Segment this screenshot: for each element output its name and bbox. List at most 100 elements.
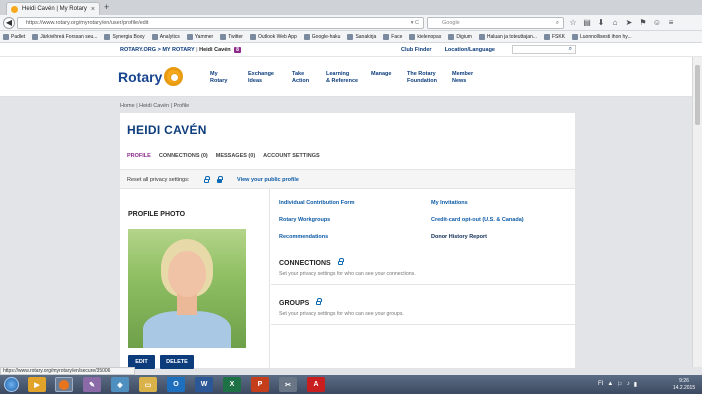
tab-profile[interactable]: PROFILE (127, 153, 151, 159)
outlook-icon[interactable]: O (167, 377, 185, 392)
groups-lock-icon[interactable] (316, 298, 323, 305)
delete-button[interactable]: DELETE (160, 355, 194, 369)
new-tab-button[interactable]: + (104, 3, 109, 12)
explorer-icon[interactable]: ▭ (139, 377, 157, 392)
club-finder-link[interactable]: Club Finder (401, 47, 432, 53)
network-status-icon[interactable]: ▮ (634, 381, 637, 388)
bookmark-item[interactable]: Analytics (151, 33, 180, 40)
bookmark-item[interactable]: Outlook Web App (249, 33, 297, 40)
tray-expand-icon[interactable]: ▲ (607, 381, 613, 388)
address-bar[interactable]: https://www.rotary.org/myrotary/en/user/… (17, 17, 424, 29)
logo-text: Rotary (118, 68, 163, 85)
bookmark-icon (572, 33, 578, 40)
back-button[interactable]: ◀ (3, 17, 15, 29)
tab-connections[interactable]: CONNECTIONS (0) (159, 153, 208, 159)
bookmark-item[interactable]: kielenopas (409, 33, 441, 40)
send-icon[interactable]: ➤ (624, 17, 634, 29)
bookmark-item[interactable]: Haluan ja toteuttajan... (478, 33, 537, 40)
profile-photo (128, 229, 246, 348)
rotary-workgroups-link[interactable]: Rotary Workgroups (279, 217, 330, 223)
bookmark-item[interactable]: Sanakirja (347, 33, 376, 40)
menu-icon[interactable]: ≡ (666, 17, 676, 29)
browser-tab[interactable]: Heidi Cavén | My Rotary × (6, 2, 100, 15)
unlock-icon[interactable] (204, 176, 210, 183)
bookmark-icon (543, 33, 550, 40)
breadcrumb: Home | Heidi Cavén | Profile (120, 103, 190, 109)
bookmark-icon (409, 33, 416, 40)
volume-icon[interactable]: ♪ (627, 381, 630, 388)
connections-lock-icon[interactable] (337, 258, 344, 265)
site-search-input[interactable]: ⌕ (512, 45, 576, 54)
search-icon[interactable]: ⌕ (556, 18, 559, 28)
tab-account-settings[interactable]: ACCOUNT SETTINGS (263, 153, 320, 159)
excel-icon[interactable]: X (223, 377, 241, 392)
divider (271, 284, 575, 285)
bookmark-item[interactable]: Face (383, 33, 402, 40)
firefox-icon[interactable] (55, 377, 73, 392)
paint-icon[interactable]: ✎ (83, 377, 101, 392)
bookmark-item[interactable]: Digium (448, 33, 472, 40)
system-clock[interactable]: 9:26 14.2.2015 (669, 378, 699, 392)
word-icon[interactable]: W (195, 377, 213, 392)
clipboard-icon[interactable]: ▤ (582, 17, 592, 29)
search-icon[interactable]: ⌕ (569, 46, 572, 53)
extension-icon[interactable]: ⚑ (638, 17, 648, 29)
reload-icon[interactable]: ▾ C (411, 18, 419, 28)
url-text: https://www.rotary.org/myrotary/en/user/… (26, 20, 149, 26)
bookmark-item[interactable]: Padlet (3, 33, 25, 40)
rotary-logo[interactable]: Rotary (118, 67, 184, 86)
bookmark-icon (151, 33, 158, 40)
action-center-icon[interactable]: ⚐ (617, 381, 622, 388)
site-crumb: ROTARY.ORG > MY ROTARY | Heidi Cavén 8 (120, 47, 241, 53)
nav-my-rotary[interactable]: My Rotary (210, 71, 248, 85)
bookmark-item[interactable]: Yammer (186, 33, 213, 40)
nav-learning-reference[interactable]: Learning & Reference (326, 71, 371, 85)
credit-card-optout-link[interactable]: Credit-card opt-out (U.S. & Canada) (431, 217, 524, 223)
nav-member-news[interactable]: Member News (452, 71, 492, 85)
home-icon[interactable]: ⌂ (610, 17, 620, 29)
language-indicator[interactable]: FI (598, 381, 603, 388)
vertical-scrollbar[interactable] (692, 57, 702, 367)
tab-messages[interactable]: MESSAGES (0) (216, 153, 255, 159)
location-language-link[interactable]: Location/Language (445, 47, 495, 53)
start-button[interactable] (4, 377, 19, 392)
bookmark-item[interactable]: FSKK (543, 33, 565, 40)
lock-icon[interactable] (217, 176, 223, 183)
nav-take-action[interactable]: Take Action (292, 71, 326, 85)
acrobat-icon[interactable]: A (307, 377, 325, 392)
nav-manage[interactable]: Manage (371, 71, 407, 85)
snipping-tool-icon[interactable]: ✂ (279, 377, 297, 392)
user-name[interactable]: Heidi Cavén (199, 47, 230, 53)
smiley-icon[interactable]: ☺ (652, 17, 662, 29)
bookmark-item[interactable]: Järkivihreä Forssan seu... (32, 33, 97, 40)
network-icon[interactable]: ◈ (111, 377, 129, 392)
bookmark-item[interactable]: Luonnollisesti ihon hy... (572, 33, 632, 40)
recommendations-link[interactable]: Recommendations (279, 234, 328, 240)
download-icon[interactable]: ⬇ (596, 17, 606, 29)
search-field[interactable]: Google ⌕ (427, 17, 564, 29)
bookmark-icon (220, 33, 227, 40)
connections-title: CONNECTIONS (279, 258, 344, 267)
notification-badge[interactable]: 8 (234, 47, 241, 53)
close-tab-icon[interactable]: × (91, 6, 95, 13)
powerpoint-icon[interactable]: P (251, 377, 269, 392)
photo-column: PROFILE PHOTO EDIT DELETE (120, 189, 270, 369)
star-icon[interactable]: ☆ (568, 17, 578, 29)
photo-shoulders (143, 311, 231, 348)
bookmark-item[interactable]: Twitter (220, 33, 243, 40)
donor-history-link[interactable]: Donor History Report (431, 234, 487, 240)
media-player-icon[interactable]: ▶ (28, 377, 46, 392)
nav-exchange-ideas[interactable]: Exchange Ideas (248, 71, 292, 85)
my-invitations-link[interactable]: My Invitations (431, 200, 468, 206)
privacy-label: Reset all privacy settings: (127, 177, 190, 183)
nav-rotary-foundation[interactable]: The Rotary Foundation (407, 71, 452, 85)
clock-date: 14.2.2015 (672, 385, 696, 391)
bookmark-icon (104, 33, 111, 40)
scrollbar-thumb[interactable] (695, 65, 700, 125)
bookmark-item[interactable]: Synergia Boxy (104, 33, 145, 40)
search-placeholder: Google (442, 20, 460, 26)
public-profile-link[interactable]: View your public profile (237, 177, 299, 183)
contribution-form-link[interactable]: Individual Contribution Form (279, 200, 354, 206)
site-crumb-link[interactable]: ROTARY.ORG > MY ROTARY (120, 47, 195, 53)
bookmark-item[interactable]: Google-haku (303, 33, 340, 40)
